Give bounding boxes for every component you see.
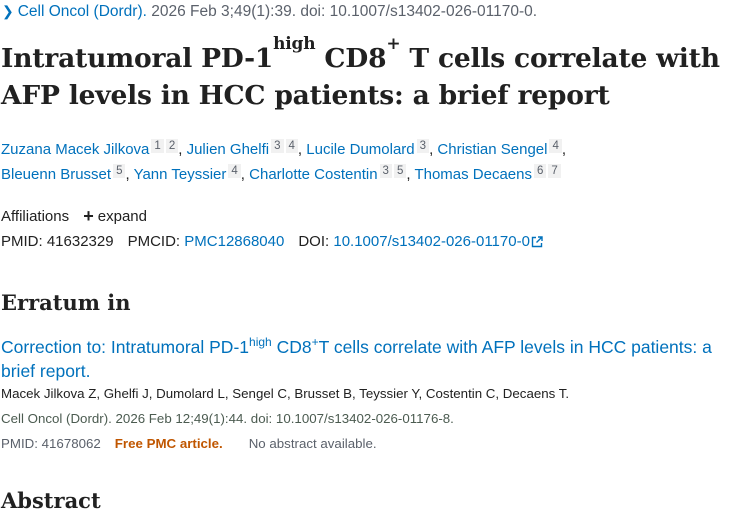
no-abstract-note: No abstract available. — [248, 436, 377, 451]
affiliation-ref[interactable]: 5 — [393, 164, 407, 178]
journal-link[interactable]: Cell Oncol (Dordr). — [18, 3, 147, 20]
affiliation-ref[interactable]: 3 — [271, 139, 284, 153]
correction-title-part[interactable]: CD8 — [272, 337, 312, 357]
erratum-heading: Erratum in — [1, 290, 131, 315]
correction-title-part[interactable]: Correction to: Intratumoral PD-1 — [1, 337, 249, 357]
author-link[interactable]: Yann Teyssier — [134, 166, 227, 183]
authors-list: Zuzana Macek Jilkova 1 2, Julien Ghelfi 3 4,… — [1, 139, 567, 158]
pmcid-link[interactable]: PMC12868040 — [184, 233, 284, 250]
affiliation-ref[interactable]: 4 — [285, 139, 298, 153]
correction-pmid: PMID: 41678062 — [1, 436, 101, 451]
affiliations-row: Affiliations + expand — [1, 205, 147, 226]
correction-citation: Cell Oncol (Dordr). 2026 Feb 12;49(1):44… — [1, 411, 454, 426]
correction-title-link[interactable]: Correction to: Intratumoral PD-1high CD8… — [1, 330, 746, 383]
plus-icon: + — [83, 206, 94, 226]
affiliation-ref[interactable]: 3 — [379, 164, 392, 178]
article-title-part: CD8 — [315, 43, 387, 74]
affiliation-ref[interactable]: 6 — [534, 164, 547, 178]
affiliation-ref[interactable]: 4 — [549, 139, 562, 153]
expand-affiliations-button[interactable]: + expand — [83, 206, 147, 226]
identifiers-row: PMID: 41632329 PMCID: PMC12868040 DOI: 10.… — [1, 233, 543, 252]
doi-label: DOI: — [298, 233, 330, 250]
doi-value[interactable]: 10.1007/s13402-026-01170-0 — [333, 233, 530, 250]
author-link[interactable]: Bleuenn Brusset — [1, 166, 111, 183]
affiliation-ref[interactable]: 2 — [165, 139, 179, 153]
correction-title-superscript[interactable]: + — [312, 335, 319, 349]
author-link[interactable]: Christian Sengel — [437, 141, 547, 158]
correction-authors: Macek Jilkova Z, Ghelfi J, Dumolard L, S… — [1, 386, 570, 401]
author-link[interactable]: Zuzana Macek Jilkova — [1, 141, 149, 158]
author-link[interactable]: Charlotte Costentin — [249, 166, 377, 183]
affiliation-ref[interactable]: 7 — [548, 164, 561, 178]
affiliation-ref[interactable]: 5 — [113, 164, 126, 178]
author-link[interactable]: Lucile Dumolard — [306, 141, 414, 158]
correction-title-superscript[interactable]: high — [249, 335, 272, 349]
correction-meta: PMID: 41678062 Free PMC article. No abstra… — [1, 436, 377, 451]
pmid-label: PMID: — [1, 233, 43, 250]
author-link[interactable]: Thomas Decaens — [414, 166, 532, 183]
article-title-part: Intratumoral PD-1 — [1, 43, 274, 74]
article-title: Intratumoral PD-1high CD8+ T cells corre… — [1, 36, 749, 114]
external-link-icon — [531, 235, 543, 252]
article-title-superscript: high — [273, 34, 316, 54]
chevron-right-icon[interactable]: ❯ — [2, 3, 14, 20]
abstract-heading: Abstract — [1, 488, 101, 513]
pmid-value: 41632329 — [46, 233, 114, 250]
authors-list-continued: Bleuenn Brusset 5, Yann Teyssier 4, Charlo… — [1, 164, 561, 183]
journal-citation: ❯ Cell Oncol (Dordr). 2026 Feb 3;49(1):39… — [2, 3, 537, 21]
expand-label: expand — [97, 208, 147, 225]
affiliation-ref[interactable]: 3 — [416, 139, 430, 153]
article-title-superscript: + — [386, 34, 401, 54]
author-link[interactable]: Julien Ghelfi — [187, 141, 270, 158]
affiliation-ref[interactable]: 4 — [228, 164, 241, 178]
doi-link[interactable]: 10.1007/s13402-026-01170-0 — [333, 233, 543, 250]
affiliations-label: Affiliations — [1, 208, 70, 225]
pmcid-label: PMCID: — [127, 233, 181, 250]
journal-citation-details: 2026 Feb 3;49(1):39. doi: 10.1007/s13402… — [146, 3, 538, 20]
affiliation-ref[interactable]: 1 — [151, 139, 164, 153]
free-pmc-badge: Free PMC article. — [114, 436, 223, 451]
